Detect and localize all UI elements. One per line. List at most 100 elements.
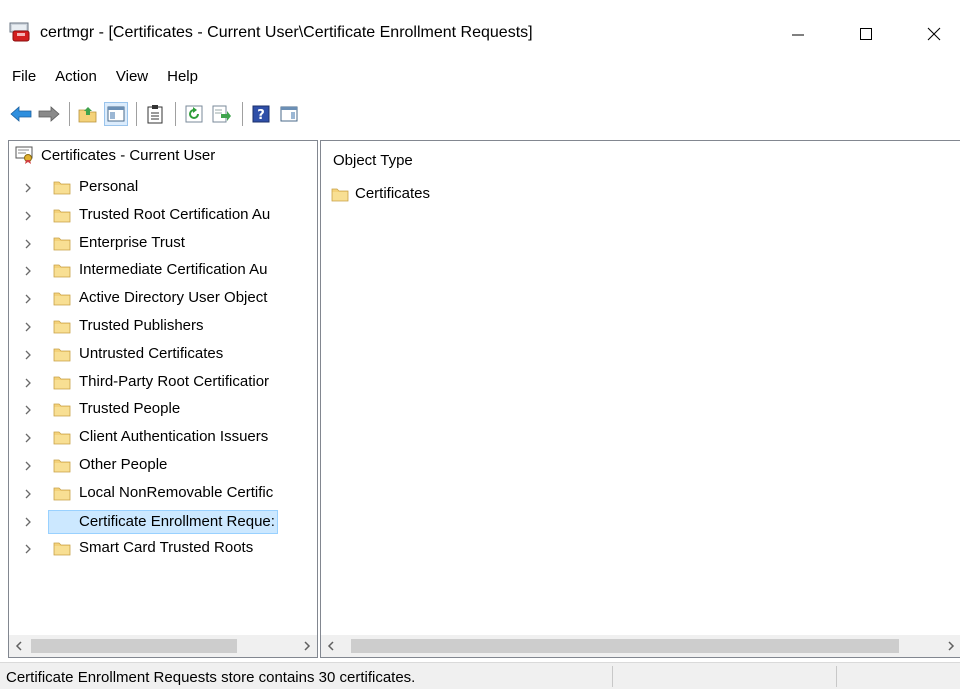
forward-button[interactable] (37, 102, 61, 126)
title-bar: certmgr - [Certificates - Current User\C… (0, 0, 960, 62)
window-title: certmgr - [Certificates - Current User\C… (40, 24, 533, 41)
expand-chevron-icon[interactable] (23, 431, 33, 443)
menu-file[interactable]: File (12, 66, 36, 87)
tree-item[interactable]: Untrusted Certificates (9, 340, 317, 368)
tree-item-label: Untrusted Certificates (79, 344, 224, 362)
status-separator (836, 666, 837, 687)
tree-root-certificates-current-user[interactable]: Certificates - Current User (15, 146, 215, 164)
tree-item-label: Local NonRemovable Certific (79, 483, 274, 501)
menu-action[interactable]: Action (55, 66, 97, 87)
tree-item-label: Trusted Root Certification Au (79, 205, 271, 223)
folder-icon (53, 290, 71, 310)
expand-chevron-icon[interactable] (23, 459, 33, 471)
export-list-icon (212, 105, 231, 123)
tree-item-label: Third-Party Root Certificatior (79, 372, 270, 390)
folder-icon (53, 485, 71, 505)
toolbar-separator (136, 102, 137, 126)
tree-horizontal-scrollbar[interactable] (9, 635, 317, 657)
expand-chevron-icon[interactable] (23, 348, 33, 360)
expand-chevron-icon[interactable] (23, 403, 33, 415)
folder-icon (53, 207, 71, 227)
tree-item[interactable]: Third-Party Root Certificatior (9, 368, 317, 396)
maximize-button[interactable] (836, 14, 896, 54)
details-pane[interactable]: Object Type Certificates (320, 140, 960, 658)
show-hide-action-pane-button[interactable] (277, 102, 301, 126)
list-item-label: Certificates (355, 185, 431, 202)
tree-item[interactable]: Active Directory User Object (9, 284, 317, 312)
tree-item[interactable]: Local NonRemovable Certific (9, 479, 317, 507)
expand-chevron-icon[interactable] (23, 487, 33, 499)
folder-icon (53, 429, 71, 449)
tree-item[interactable]: Trusted Root Certification Au (9, 201, 317, 229)
scroll-left-arrow-icon[interactable] (321, 635, 341, 657)
status-bar: Certificate Enrollment Requests store co… (0, 662, 960, 689)
menu-view[interactable]: View (116, 66, 148, 87)
tree-item-label: Enterprise Trust (79, 233, 185, 251)
scroll-right-arrow-icon[interactable] (297, 635, 317, 657)
tree-item-label: Trusted People (79, 400, 181, 418)
tree-item[interactable]: Trusted People (9, 395, 317, 423)
column-header-object-type[interactable]: Object Type (333, 152, 413, 169)
help-icon: ? (252, 105, 270, 123)
maximize-icon (860, 28, 872, 40)
expand-chevron-icon[interactable] (23, 209, 33, 221)
tree-item-label: Active Directory User Object (79, 289, 268, 307)
expand-chevron-icon[interactable] (23, 237, 33, 249)
scroll-right-arrow-icon[interactable] (941, 635, 960, 657)
show-hide-action-pane-icon (280, 106, 298, 122)
tree-item[interactable]: Intermediate Certification Au (9, 256, 317, 284)
export-list-button[interactable] (210, 102, 234, 126)
tree-item[interactable]: Enterprise Trust (9, 229, 317, 257)
svg-text:?: ? (257, 108, 265, 123)
minimize-button[interactable] (768, 14, 828, 54)
expand-chevron-icon[interactable] (23, 320, 33, 332)
tree-item-label: Client Authentication Issuers (79, 428, 269, 446)
tree-item-label: Trusted Publishers (79, 316, 204, 334)
close-button[interactable] (904, 14, 960, 54)
scroll-left-arrow-icon[interactable] (9, 635, 29, 657)
back-arrow-icon (10, 106, 32, 122)
folder-icon (53, 401, 71, 421)
details-horizontal-scrollbar[interactable] (321, 635, 960, 657)
certmgr-app-icon[interactable] (9, 22, 31, 42)
tree-scroll-thumb[interactable] (31, 639, 237, 653)
console-tree-pane[interactable]: Certificates - Current User Personal Trus… (8, 140, 318, 658)
tree-item-label: Other People (79, 455, 168, 473)
tree-item[interactable]: Certificate Enrollment Reque: (9, 507, 317, 535)
tree-item[interactable]: Other People (9, 451, 317, 479)
tree-item[interactable]: Trusted Publishers (9, 312, 317, 340)
status-text: Certificate Enrollment Requests store co… (6, 669, 416, 686)
expand-chevron-icon[interactable] (23, 376, 33, 388)
toolbar-separator (242, 102, 243, 126)
folder-icon (53, 179, 71, 199)
tree-item[interactable]: Personal (9, 173, 317, 201)
toolbar-separator (175, 102, 176, 126)
tree-item-label: Personal (79, 178, 139, 195)
list-item[interactable]: Certificates (331, 185, 430, 202)
folder-icon (331, 188, 349, 201)
status-separator (612, 666, 613, 687)
expand-chevron-icon[interactable] (23, 292, 33, 304)
menu-help[interactable]: Help (167, 66, 198, 87)
tree-item[interactable]: Client Authentication Issuers (9, 423, 317, 451)
expand-chevron-icon[interactable] (23, 542, 33, 554)
tree-item[interactable]: Smart Card Trusted Roots (9, 534, 317, 562)
up-folder-icon (78, 107, 97, 123)
properties-button[interactable] (143, 102, 167, 126)
tree-root-label: Certificates - Current User (41, 146, 216, 164)
toolbar-separator (69, 102, 70, 126)
details-scroll-thumb[interactable] (351, 639, 899, 653)
up-one-level-button[interactable] (76, 102, 100, 126)
help-button[interactable]: ? (249, 102, 273, 126)
refresh-button[interactable] (182, 102, 206, 126)
folder-icon (53, 235, 71, 255)
certificate-store-icon (15, 146, 33, 164)
expand-chevron-icon[interactable] (23, 264, 33, 276)
folder-icon (53, 540, 71, 560)
show-hide-console-tree-button[interactable] (104, 102, 128, 126)
minimize-icon (792, 34, 804, 36)
folder-icon (53, 346, 71, 366)
back-button[interactable] (9, 102, 33, 126)
expand-chevron-icon[interactable] (23, 515, 33, 527)
expand-chevron-icon[interactable] (23, 181, 33, 193)
